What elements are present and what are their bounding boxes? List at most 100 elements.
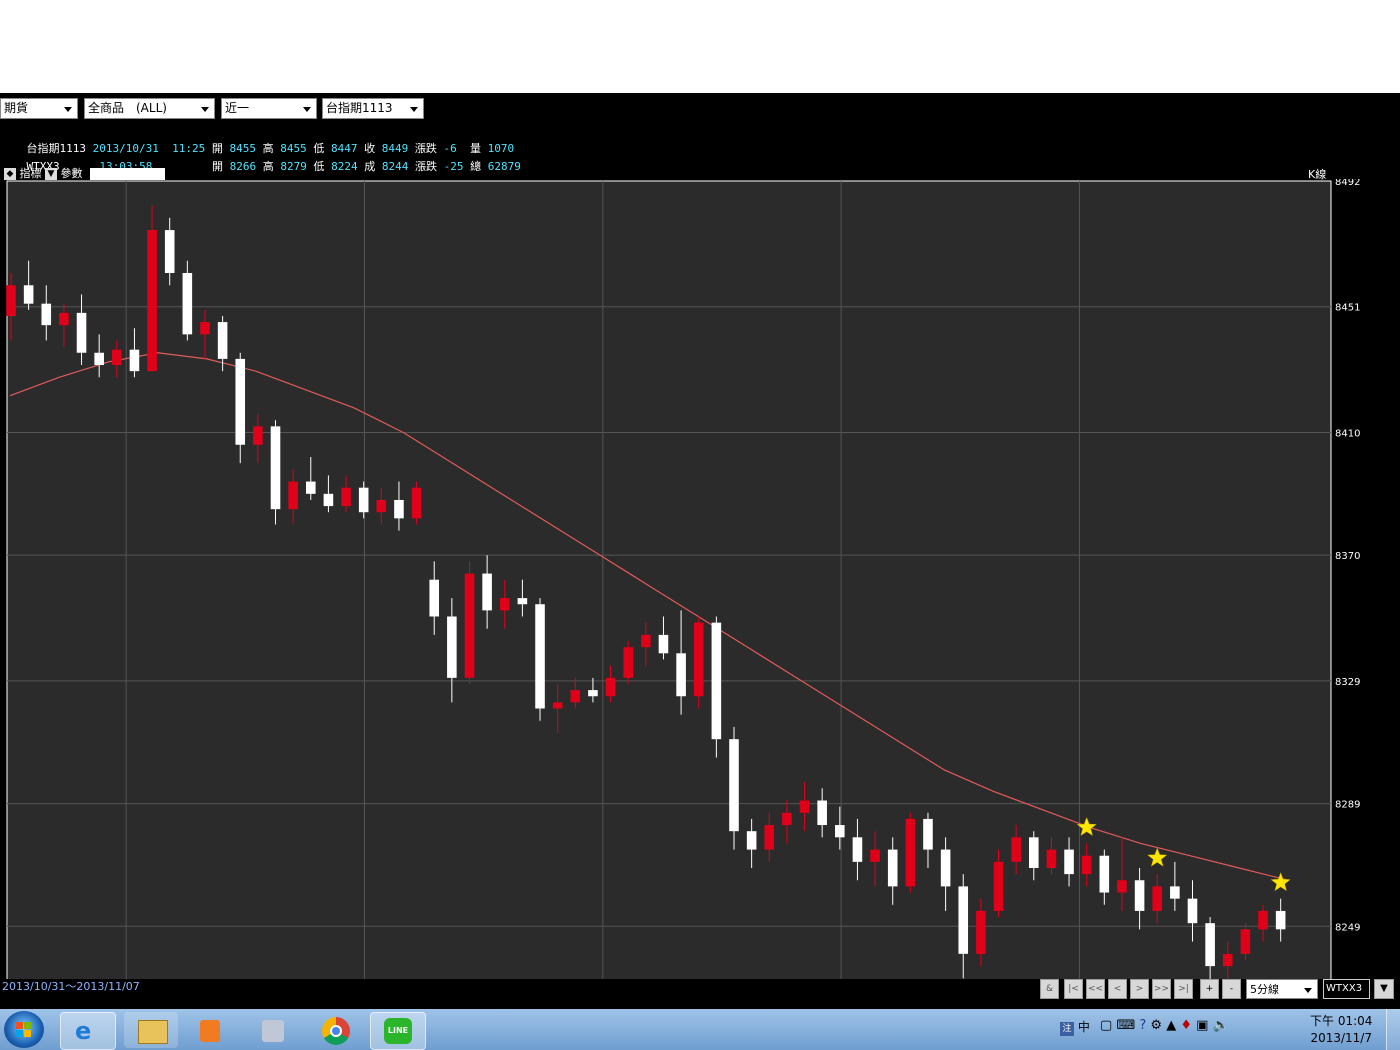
candle-body [1081, 855, 1092, 875]
nav-link-button[interactable]: & [1040, 979, 1059, 999]
candle-body [693, 622, 704, 697]
candle-body [358, 487, 369, 513]
line-icon: LINE [384, 1018, 412, 1044]
candle-body [958, 886, 969, 954]
nav-last-button[interactable]: >| [1174, 979, 1193, 999]
keyboard-icon[interactable]: ⌨ [1116, 1018, 1135, 1033]
chevron-down-icon [407, 101, 421, 116]
period-value: 近一 [225, 101, 250, 115]
zoom-out-button[interactable]: - [1222, 979, 1241, 999]
candle-body [570, 690, 581, 703]
network-icon[interactable]: ▣ [1196, 1018, 1208, 1033]
clock-date: 2013/11/7 [1310, 1031, 1372, 1045]
candle-body [482, 573, 492, 611]
market-type-select[interactable]: 期貨 [0, 98, 78, 119]
taskbar-tool-button[interactable] [246, 1012, 300, 1048]
y-tick-label: 8249 [1335, 922, 1360, 933]
windows-logo-part [24, 1030, 31, 1037]
candle-body [270, 426, 281, 510]
candle-body [323, 493, 334, 507]
candle-body [1170, 886, 1180, 899]
product-value: 全商品 (ALL) [88, 101, 167, 115]
fullwidth-icon[interactable]: ▢ [1100, 1018, 1112, 1033]
trading-window: 期貨 全商品 (ALL) 近一 台指期1113 台指期1113 2013/10/… [0, 93, 1400, 1050]
candle-body [782, 812, 792, 826]
chevron-down-icon [198, 101, 212, 116]
taskbar-media-button[interactable] [184, 1012, 238, 1048]
ime-settings-icon[interactable]: ⚙ [1150, 1018, 1162, 1033]
chevron-down-icon [1301, 982, 1315, 997]
candle-body [517, 598, 528, 605]
quote2-last-label: 成 [364, 160, 376, 173]
nav-back-button[interactable]: < [1108, 979, 1127, 999]
start-button[interactable] [4, 1011, 44, 1048]
nav-first-button[interactable]: |< [1064, 979, 1083, 999]
quote2-total: 62879 [487, 160, 521, 173]
plot-background [6, 180, 1332, 1050]
y-tick-label: 8370 [1335, 551, 1360, 562]
taskbar-line-button[interactable]: LINE [370, 1012, 426, 1050]
candle-body [464, 573, 475, 678]
y-tick-label: 8410 [1335, 428, 1360, 439]
zoom-in-button[interactable]: + [1200, 979, 1219, 999]
candle-body [217, 322, 228, 359]
date-range-label: 2013/10/31～2013/11/07 [2, 980, 140, 993]
candle-body [253, 426, 263, 445]
interval-select[interactable]: 5分線 [1246, 979, 1318, 999]
clock[interactable]: 下午 01:04 2013/11/7 [1310, 1013, 1372, 1047]
candle-body [6, 285, 16, 316]
help-icon[interactable]: ? [1139, 1018, 1146, 1033]
tray-expand-icon[interactable]: ▲ [1166, 1018, 1176, 1033]
nav-page-forward-button[interactable]: >> [1152, 979, 1171, 999]
show-desktop-button[interactable] [1386, 1009, 1400, 1050]
nav-page-back-button[interactable]: << [1086, 979, 1105, 999]
candle-body [1064, 849, 1074, 875]
candle-body [429, 579, 440, 617]
candle-body [711, 622, 722, 740]
quote2-high-label: 高 [262, 160, 274, 173]
period-select[interactable]: 近一 [221, 98, 317, 119]
candle-body [588, 690, 598, 697]
candle-body [552, 702, 563, 709]
candle-body [200, 322, 210, 335]
expand-panel-button[interactable]: ▼ [1374, 979, 1394, 999]
symbol-field[interactable]: WTXX3 [1323, 979, 1370, 999]
quote2-last: 8244 [381, 160, 409, 173]
volume-icon[interactable]: 🔈 [1213, 1018, 1229, 1033]
candle-body [764, 825, 775, 850]
windows-logo-part [16, 1030, 23, 1037]
candle-body [182, 273, 193, 335]
nav-forward-button[interactable]: > [1130, 979, 1149, 999]
taskbar: e LINE 注 中 ▢ ⌨ ? ⚙ ▲ ♦ ▣ 🔈 下午 01:04 2013… [0, 1009, 1400, 1050]
symbol-select[interactable]: 台指期1113 [322, 98, 424, 119]
candle-body [23, 285, 34, 304]
chart-area[interactable]: 8492845184108370832982898249820811/111/4… [0, 177, 1400, 1050]
candle-body [658, 634, 669, 654]
antivirus-icon[interactable]: ♦ [1180, 1018, 1192, 1033]
tray-icons: ▢ ⌨ ? ⚙ ▲ ♦ ▣ 🔈 [1100, 1018, 1229, 1033]
windows-logo-icon [16, 1022, 23, 1029]
product-select[interactable]: 全商品 (ALL) [84, 98, 215, 119]
ime-label: 中 [1077, 1020, 1090, 1034]
quote2-low: 8224 [331, 160, 358, 173]
indicator-toolbar: ◆ 指標 ▼ 參數 [4, 165, 165, 180]
candle-body [887, 849, 898, 887]
candle-body [746, 831, 757, 850]
candle-body [288, 481, 298, 510]
tray-ime-icon[interactable]: 注 中 [1060, 1018, 1090, 1036]
clock-time: 下午 01:04 [1310, 1014, 1373, 1028]
candle-body [147, 230, 157, 372]
candle-body [870, 849, 880, 862]
candle-body [499, 598, 510, 611]
candle-body [394, 499, 404, 519]
candle-body [305, 481, 316, 494]
symbol-value: 台指期1113 [326, 101, 393, 115]
candlestick-chart[interactable]: 8492845184108370832982898249820811/111/4… [0, 177, 1400, 1050]
taskbar-chrome-button[interactable] [308, 1012, 362, 1048]
candle-body [623, 647, 633, 678]
taskbar-explorer-button[interactable] [124, 1012, 178, 1048]
ie-icon: e [75, 1017, 92, 1045]
quote2-chg: -25 [443, 160, 464, 173]
candle-body [376, 499, 387, 513]
taskbar-ie-button[interactable]: e [60, 1012, 116, 1050]
